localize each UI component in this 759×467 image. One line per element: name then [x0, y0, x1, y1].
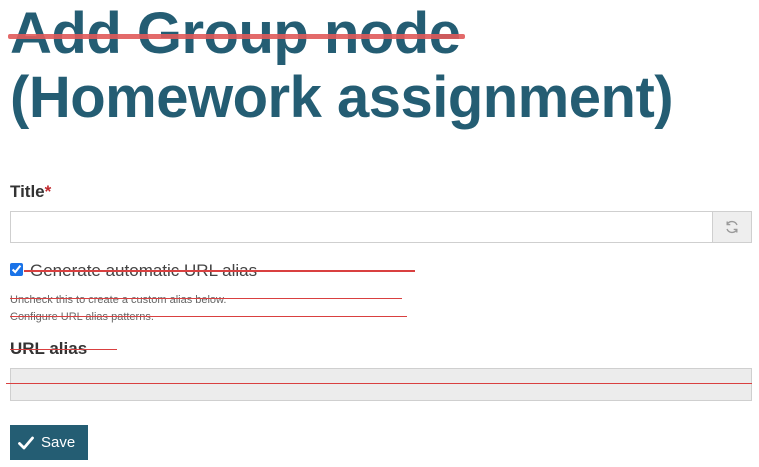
annotation-line	[10, 316, 407, 317]
strikethrough-mark	[8, 34, 465, 39]
refresh-icon	[726, 220, 738, 234]
refresh-button[interactable]	[712, 211, 752, 243]
auto-alias-checkbox[interactable]	[10, 263, 23, 276]
title-input[interactable]	[10, 211, 712, 243]
save-button[interactable]: Save	[10, 425, 88, 460]
page-title-rest: (Homework assignment)	[10, 65, 674, 130]
page-title: Add Group node (Homework assignment)	[8, 2, 750, 130]
alias-patterns-link[interactable]: Configure URL alias patterns.	[10, 310, 154, 324]
save-button-label: Save	[41, 434, 76, 451]
url-alias-input[interactable]	[10, 368, 752, 401]
annotation-line	[10, 349, 117, 350]
required-marker: *	[44, 182, 52, 201]
alias-description: Uncheck this to create a custom alias be…	[10, 294, 227, 306]
annotation-line	[10, 298, 402, 299]
annotation-line	[6, 383, 752, 384]
title-label: Title*	[10, 182, 52, 201]
page-title-struck: Add Group node	[8, 2, 465, 66]
annotation-line	[24, 270, 415, 272]
checkmark-icon	[18, 436, 34, 449]
